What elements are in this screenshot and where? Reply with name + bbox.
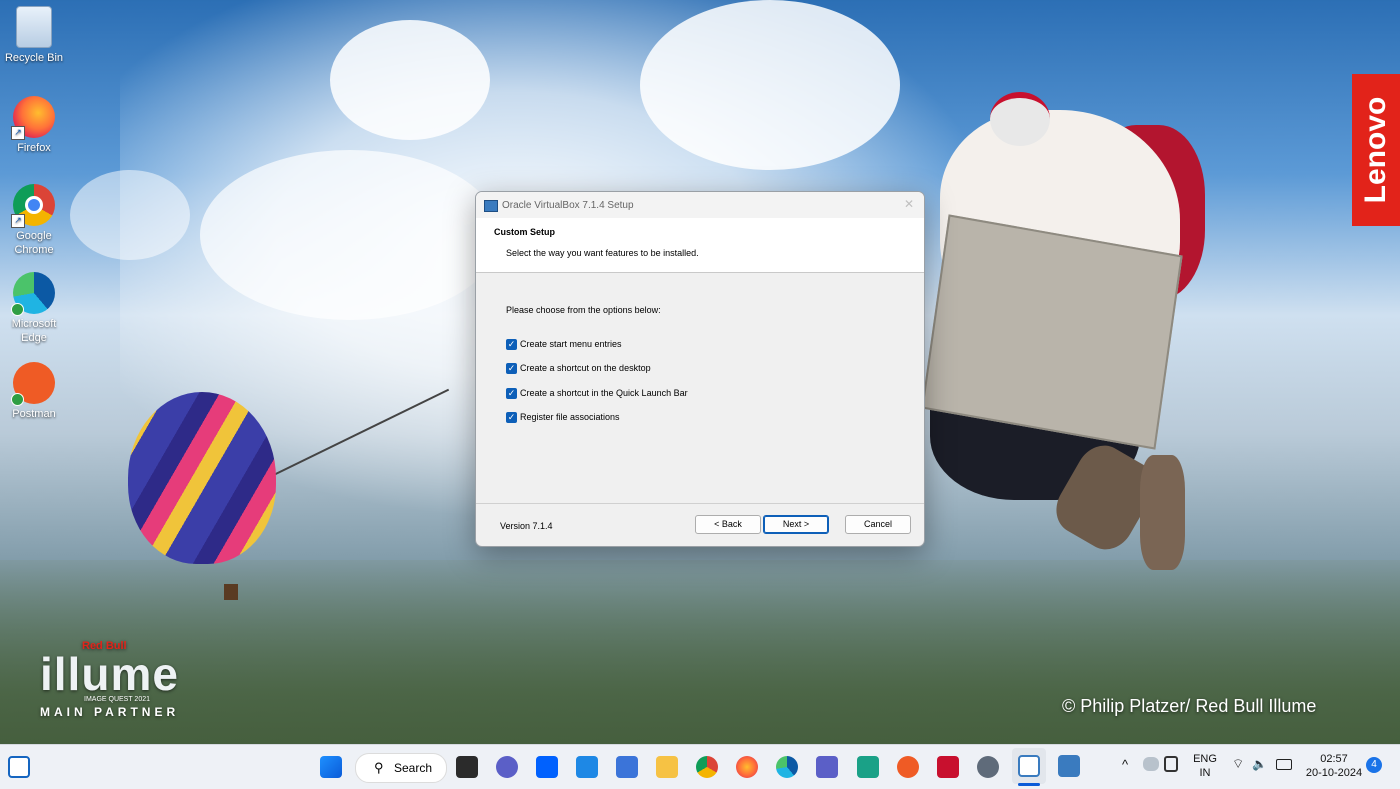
dialog-footer: Version 7.1.4 < Back Next > Cancel (476, 504, 924, 546)
option-label: Register file associations (520, 412, 620, 422)
recycle-bin-icon (16, 6, 52, 48)
brand-partner: MAIN PARTNER (40, 705, 180, 719)
file-explorer-icon[interactable] (656, 756, 678, 778)
desktop-icon-chrome[interactable]: ↗ Google Chrome (4, 184, 64, 257)
options-prompt: Please choose from the options below: (506, 305, 661, 315)
snipping-tool-icon[interactable] (1018, 755, 1040, 777)
search-icon: ⚲ (374, 760, 384, 775)
firefox-taskbar-icon[interactable] (736, 756, 758, 778)
cloud (200, 150, 500, 320)
option-desktop-shortcut[interactable]: ✓ Create a shortcut on the desktop (506, 361, 651, 375)
photo-credit: © Philip Platzer/ Red Bull Illume (1062, 696, 1317, 716)
language-indicator[interactable]: ENG IN (1190, 752, 1220, 780)
language-code: ENG (1193, 753, 1217, 765)
checkbox-checked-icon[interactable]: ✓ (506, 411, 517, 423)
chrome-taskbar-icon[interactable] (696, 756, 718, 778)
wallpaper-ground (0, 560, 1400, 745)
option-label: Create a shortcut on the desktop (520, 363, 651, 373)
active-app-indicator (1018, 783, 1040, 786)
store-icon[interactable] (616, 756, 638, 778)
redbull-illume-logo: Red Bull illume IMAGE QUEST 2021 MAIN PA… (40, 640, 179, 719)
option-file-associations[interactable]: ✓ Register file associations (506, 410, 620, 424)
lenovo-logo: Lenovo (1352, 74, 1400, 226)
clock-date: 20-10-2024 (1305, 767, 1363, 779)
desktop-icon-recycle-bin[interactable]: Recycle Bin (4, 6, 64, 65)
next-button[interactable]: Next > (763, 515, 829, 534)
option-quick-launch[interactable]: ✓ Create a shortcut in the Quick Launch … (506, 386, 688, 400)
show-desktop-icon[interactable] (8, 756, 30, 778)
wifi-icon[interactable]: ⌔ (1232, 757, 1244, 771)
desktop-icon-postman[interactable]: Postman (4, 362, 64, 421)
virtualbox-setup-dialog: Oracle VirtualBox 7.1.4 Setup ✕ Custom S… (475, 191, 925, 547)
checkbox-checked-icon[interactable]: ✓ (506, 338, 517, 350)
l-app-icon[interactable] (576, 756, 598, 778)
bolt-app-icon[interactable] (857, 756, 879, 778)
task-view-icon[interactable] (456, 756, 478, 778)
desktop-icon-label: Google Chrome (14, 230, 54, 256)
chat-icon[interactable] (496, 756, 518, 778)
shortcut-arrow-icon: ↗ (11, 126, 25, 140)
notification-badge[interactable]: 4 (1366, 757, 1382, 773)
option-label: Create start menu entries (520, 339, 622, 349)
option-start-menu[interactable]: ✓ Create start menu entries (506, 337, 622, 351)
desktop-icon-label: Postman (12, 408, 56, 420)
option-label: Create a shortcut in the Quick Launch Ba… (520, 388, 688, 398)
postman-icon (11, 362, 55, 406)
firefox-icon: ↗ (11, 96, 55, 140)
header-title: Custom Setup (494, 227, 556, 237)
virtualbox-icon (484, 200, 498, 212)
brand-big: illume (40, 648, 179, 700)
back-button[interactable]: < Back (695, 515, 761, 534)
balloon-basket (224, 584, 238, 600)
region-code: IN (1199, 767, 1211, 779)
mcafee-icon[interactable] (937, 756, 959, 778)
device-icon[interactable] (1164, 756, 1178, 772)
skydiver-board (921, 214, 1183, 450)
chrome-center (25, 196, 43, 214)
checkbox-checked-icon[interactable]: ✓ (506, 387, 517, 399)
teams-icon[interactable] (816, 756, 838, 778)
edge-icon (11, 272, 55, 316)
skydiver-shoe (1140, 455, 1185, 570)
header-subtitle: Select the way you want features to be i… (506, 248, 699, 258)
desktop-icon-label: Microsoft Edge (11, 318, 57, 344)
dialog-title: Oracle VirtualBox 7.1.4 Setup (502, 200, 634, 211)
taskbar-search[interactable]: ⚲ Search (355, 753, 447, 783)
version-label: Version 7.1.4 (500, 521, 553, 531)
cloud (70, 170, 190, 260)
desktop-icon-label: Recycle Bin (4, 52, 64, 64)
desktop-icon-label: Firefox (17, 142, 51, 154)
dialog-titlebar[interactable]: Oracle VirtualBox 7.1.4 Setup ✕ (476, 192, 924, 218)
sync-check-icon (11, 303, 24, 316)
checkbox-checked-icon[interactable]: ✓ (506, 362, 517, 374)
postman-taskbar-icon[interactable] (897, 756, 919, 778)
battery-icon[interactable] (1276, 759, 1292, 770)
cancel-button[interactable]: Cancel (845, 515, 911, 534)
cloud (640, 0, 900, 170)
onedrive-cloud-icon[interactable] (1143, 757, 1159, 771)
settings-gear-icon[interactable] (977, 756, 999, 778)
shortcut-arrow-icon: ↗ (11, 214, 25, 228)
virtualbox-taskbar-icon[interactable] (1058, 755, 1080, 777)
search-label: Search (394, 761, 433, 775)
chrome-icon: ↗ (11, 184, 55, 228)
desktop-icon-edge[interactable]: Microsoft Edge (4, 272, 64, 345)
dialog-header: Custom Setup Select the way you want fea… (476, 218, 924, 273)
edge-taskbar-icon[interactable] (776, 756, 798, 778)
dialog-body: Please choose from the options below: ✓ … (476, 273, 924, 504)
dropbox-icon[interactable] (536, 756, 558, 778)
clock-time: 02:57 (1320, 753, 1348, 765)
clock[interactable]: 02:57 20-10-2024 (1303, 752, 1365, 780)
volume-icon[interactable]: 🔈 (1252, 757, 1267, 771)
chevron-up-icon[interactable]: ^ (1122, 758, 1128, 772)
start-icon[interactable] (320, 756, 342, 778)
cloud (330, 20, 490, 140)
sync-check-icon (11, 393, 24, 406)
skydiver-helmet (990, 92, 1050, 146)
hot-air-balloon (128, 392, 276, 564)
desktop-icon-firefox[interactable]: ↗ Firefox (4, 96, 64, 155)
close-icon[interactable]: ✕ (904, 197, 914, 211)
